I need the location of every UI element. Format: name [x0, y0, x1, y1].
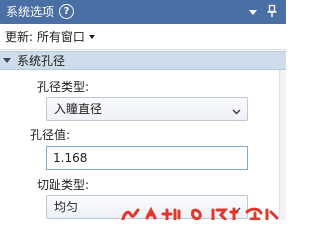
- apodization-type-value: 均匀: [54, 200, 79, 214]
- chevron-down-icon: [232, 105, 241, 115]
- section-header-system-aperture[interactable]: 系统孔径: [0, 51, 286, 70]
- dropdown-arrow-icon[interactable]: [247, 6, 259, 18]
- aperture-value-field[interactable]: [46, 146, 248, 170]
- caret-down-icon: [88, 35, 95, 39]
- update-bar: 更新: 所有窗口: [0, 24, 286, 50]
- aperture-type-value: 入瞳直径: [54, 102, 103, 116]
- aperture-type-label: 孔径类型:: [37, 80, 90, 94]
- panel-titlebar: 系统选项 ?: [0, 0, 286, 24]
- aperture-value-input[interactable]: [47, 147, 247, 169]
- help-circle-icon[interactable]: ?: [59, 4, 74, 19]
- aperture-type-select[interactable]: 入瞳直径: [46, 97, 248, 121]
- collapse-triangle-icon[interactable]: [3, 58, 11, 63]
- update-mode-dropdown[interactable]: 更新: 所有窗口: [5, 30, 95, 44]
- watermark-logo: [121, 206, 281, 221]
- update-mode-label: 更新: 所有窗口: [5, 30, 85, 44]
- apodization-type-label: 切趾类型:: [37, 178, 90, 192]
- pin-icon[interactable]: [265, 4, 279, 18]
- scrollbar-track[interactable]: [279, 70, 286, 220]
- panel-title: 系统选项: [6, 5, 55, 19]
- aperture-value-label: 孔径值:: [30, 128, 71, 142]
- section-title: 系统孔径: [17, 54, 66, 68]
